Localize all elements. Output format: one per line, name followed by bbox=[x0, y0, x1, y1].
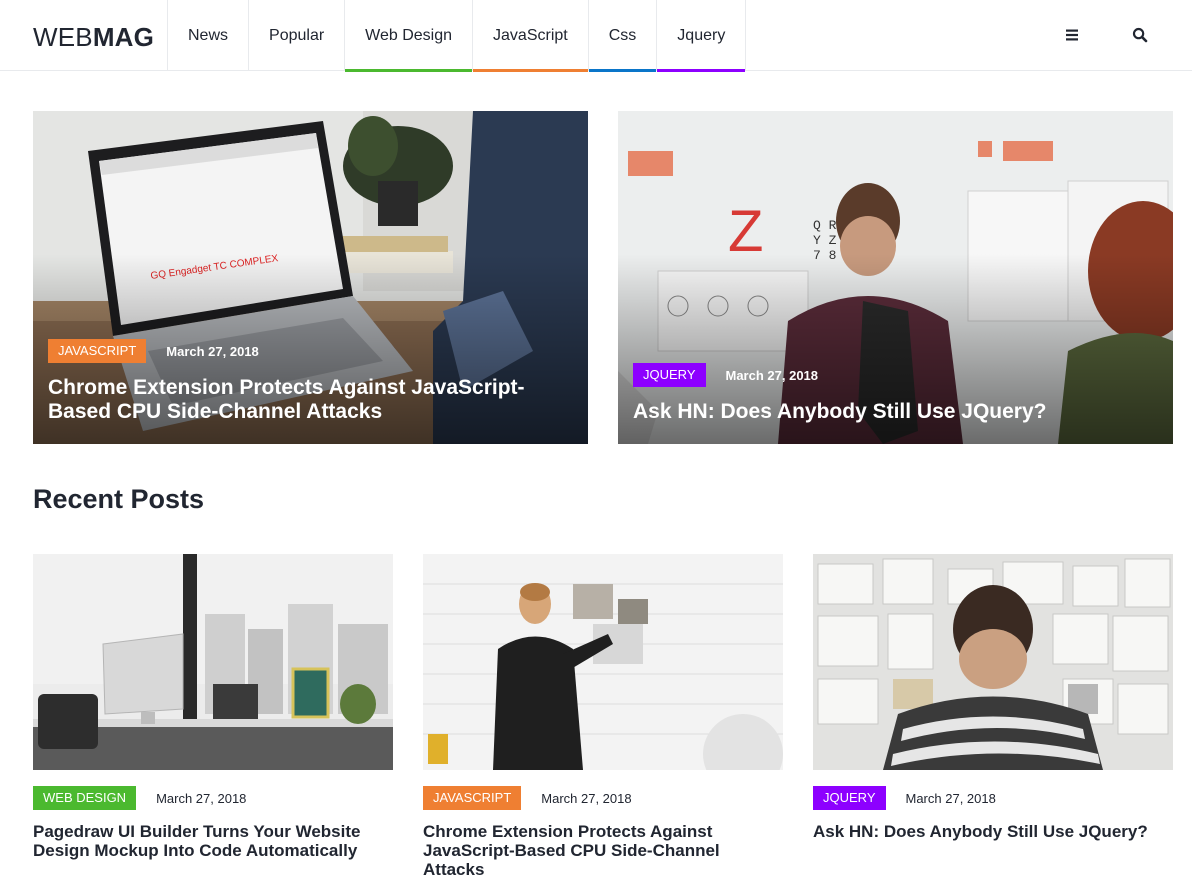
post-card: JQUERY March 27, 2018 Ask HN: Does Anybo… bbox=[813, 554, 1173, 841]
nav-item-label: JavaScript bbox=[493, 27, 568, 44]
section-title: Recent Posts bbox=[33, 484, 205, 514]
category-badge[interactable]: JAVASCRIPT bbox=[48, 339, 147, 363]
main-nav: News Popular Web Design JavaScript Css J… bbox=[167, 0, 747, 72]
post-meta: JAVASCRIPT March 27, 2018 bbox=[423, 786, 783, 810]
post-card: WEB DESIGN March 27, 2018 Pagedraw UI Bu… bbox=[33, 554, 393, 860]
nav-underline-jquery bbox=[657, 69, 746, 72]
nav-item-web-design[interactable]: Web Design bbox=[344, 0, 473, 72]
nav-underline-web-design bbox=[345, 69, 473, 72]
featured-post[interactable]: Z Q R S Y Z 1 7 8 9 JQUERY March 27, 201… bbox=[618, 111, 1173, 444]
nav-item-jquery[interactable]: Jquery bbox=[656, 0, 747, 72]
post-date: March 27, 2018 bbox=[166, 343, 259, 359]
post-thumbnail[interactable] bbox=[423, 554, 783, 770]
category-badge[interactable]: JQUERY bbox=[633, 363, 706, 387]
nav-item-label: Popular bbox=[269, 27, 325, 44]
logo-text-thin: WEB bbox=[33, 22, 93, 52]
menu-icon[interactable] bbox=[1063, 26, 1081, 44]
post-date: March 27, 2018 bbox=[905, 790, 996, 806]
post-meta: WEB DESIGN March 27, 2018 bbox=[33, 786, 393, 810]
post-thumbnail[interactable] bbox=[813, 554, 1173, 770]
featured-meta: JAVASCRIPT March 27, 2018 bbox=[48, 339, 259, 363]
nav-item-css[interactable]: Css bbox=[587, 0, 657, 72]
logo-text-bold: MAG bbox=[92, 22, 155, 52]
nav-underline-javascript bbox=[473, 69, 588, 72]
post-date: March 27, 2018 bbox=[156, 790, 247, 806]
search-icon[interactable] bbox=[1131, 26, 1149, 44]
post-title[interactable]: Pagedraw UI Builder Turns Your Website D… bbox=[33, 822, 393, 860]
post-thumbnail[interactable] bbox=[33, 554, 393, 770]
category-badge[interactable]: JQUERY bbox=[813, 786, 886, 810]
nav-item-label: Jquery bbox=[677, 27, 726, 44]
featured-title[interactable]: Ask HN: Does Anybody Still Use JQuery? bbox=[633, 400, 1153, 424]
nav-item-label: Css bbox=[608, 27, 637, 44]
post-card: JAVASCRIPT March 27, 2018 Chrome Extensi… bbox=[423, 554, 783, 879]
category-badge[interactable]: JAVASCRIPT bbox=[423, 786, 522, 810]
post-date: March 27, 2018 bbox=[725, 367, 819, 383]
nav-item-label: Web Design bbox=[365, 27, 453, 44]
nav-item-popular[interactable]: Popular bbox=[248, 0, 344, 71]
site-header: WEBMAG News Popular Web Design JavaScrip… bbox=[0, 0, 1192, 72]
featured-meta: JQUERY March 27, 2018 bbox=[633, 363, 818, 387]
post-title[interactable]: Ask HN: Does Anybody Still Use JQuery? bbox=[813, 822, 1173, 841]
category-badge[interactable]: WEB DESIGN bbox=[33, 786, 137, 810]
nav-item-javascript[interactable]: JavaScript bbox=[472, 0, 588, 72]
nav-item-label: News bbox=[188, 27, 229, 44]
featured-title[interactable]: Chrome Extension Protects Against JavaSc… bbox=[48, 376, 568, 424]
post-title[interactable]: Chrome Extension Protects Against JavaSc… bbox=[423, 822, 783, 879]
post-date: March 27, 2018 bbox=[541, 790, 632, 806]
nav-underline-css bbox=[588, 69, 657, 72]
post-meta: JQUERY March 27, 2018 bbox=[813, 786, 1173, 810]
site-logo[interactable]: WEBMAG bbox=[33, 22, 154, 52]
featured-post[interactable]: GQ Engadget TC COMPLEX JAVASCRIPT March … bbox=[33, 111, 588, 444]
nav-item-news[interactable]: News bbox=[167, 0, 248, 71]
